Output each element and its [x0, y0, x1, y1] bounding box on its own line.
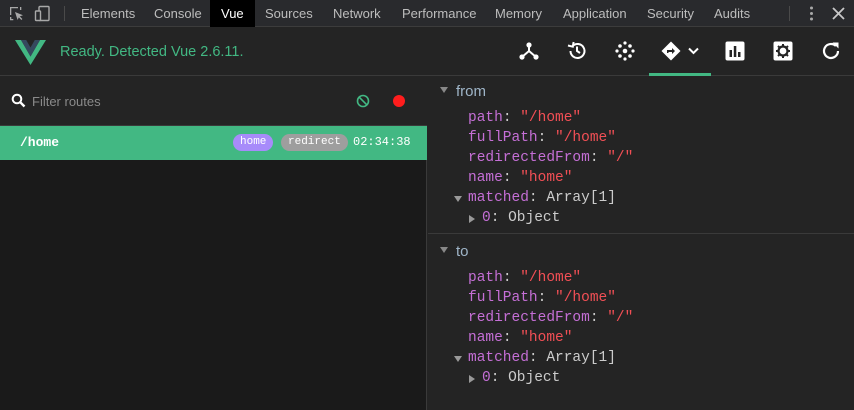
tab-network[interactable]: Network: [322, 0, 392, 27]
collapse-triangle-icon: [440, 247, 448, 254]
clear-icon[interactable]: [356, 94, 370, 108]
close-icon[interactable]: [830, 5, 847, 22]
settings-icon[interactable]: [772, 40, 794, 62]
from-title: from: [456, 83, 486, 100]
tab-memory[interactable]: Memory: [484, 0, 553, 27]
record-icon[interactable]: [393, 95, 405, 107]
to-section: to path: "/home" fullPath: "/home" redir…: [428, 236, 854, 410]
collapse-triangle-icon: [440, 87, 448, 94]
tab-application[interactable]: Application: [552, 0, 638, 27]
refresh-icon[interactable]: [820, 40, 842, 62]
performance-icon[interactable]: [724, 40, 746, 62]
from-matched-item-row[interactable]: 0: Object: [482, 210, 560, 228]
route-path: /home: [20, 135, 60, 150]
route-list-item[interactable]: /home home redirect 02:34:38: [0, 126, 427, 160]
to-title: to: [456, 243, 469, 260]
devtools-tabbar: Elements Console Vue Sources Network Per…: [0, 0, 854, 27]
filter-routes-input[interactable]: [32, 90, 332, 112]
from-matched-row[interactable]: matched: Array[1]: [468, 190, 616, 208]
tab-audits[interactable]: Audits: [703, 0, 761, 27]
routing-icon[interactable]: [660, 40, 682, 62]
expand-triangle-icon[interactable]: [454, 196, 462, 202]
tab-elements[interactable]: Elements: [70, 0, 146, 27]
from-name-value: "home": [520, 170, 573, 186]
route-timestamp: 02:34:38: [353, 135, 411, 149]
from-redirectedfrom-value: "/": [607, 150, 634, 166]
to-path-row: path: "/home": [468, 270, 582, 286]
redirect-badge: redirect: [281, 134, 348, 151]
to-name-row: name: "home": [468, 330, 573, 346]
from-fullpath-value: "/home": [555, 130, 616, 146]
to-fullpath-row: fullPath: "/home": [468, 290, 616, 306]
route-name-badge: home: [233, 134, 274, 151]
to-path-value: "/home": [520, 270, 582, 286]
from-matched-value: Array[1]: [546, 190, 616, 206]
vue-devtools-header: Ready. Detected Vue 2.6.11.: [0, 27, 854, 76]
toolbar-divider: [64, 6, 65, 21]
toolbar-divider: [789, 6, 790, 21]
to-matched-value: Array[1]: [546, 350, 616, 366]
vuex-icon[interactable]: [614, 40, 636, 62]
filter-bar: [0, 76, 427, 126]
routes-pane: /home home redirect 02:34:38: [0, 76, 427, 410]
history-icon[interactable]: [566, 40, 588, 62]
route-inspector: from path: "/home" fullPath: "/home" red…: [428, 76, 854, 410]
from-path-value: "/home": [520, 110, 582, 126]
to-redirectedfrom-value: "/": [607, 310, 634, 326]
from-name-row: name: "home": [468, 170, 573, 186]
from-redirectedfrom-row: redirectedFrom: "/": [468, 150, 634, 166]
search-icon: [11, 93, 26, 108]
from-section-header[interactable]: from: [440, 83, 486, 101]
inspect-element-icon[interactable]: [8, 5, 25, 22]
to-name-value: "home": [520, 330, 573, 346]
tab-performance[interactable]: Performance: [391, 0, 487, 27]
to-fullpath-value: "/home": [555, 290, 616, 306]
tab-security[interactable]: Security: [636, 0, 705, 27]
collapsed-triangle-icon[interactable]: [469, 215, 475, 223]
vue-status-text: Ready. Detected Vue 2.6.11.: [60, 44, 244, 60]
device-toolbar-icon[interactable]: [34, 5, 51, 22]
vue-logo-icon: [15, 40, 46, 65]
from-path-row: path: "/home": [468, 110, 582, 126]
chevron-down-icon[interactable]: [688, 47, 699, 55]
to-matched-row[interactable]: matched: Array[1]: [468, 350, 616, 368]
components-icon[interactable]: [518, 40, 540, 62]
expand-triangle-icon[interactable]: [454, 356, 462, 362]
to-redirectedfrom-row: redirectedFrom: "/": [468, 310, 634, 326]
tab-console[interactable]: Console: [143, 0, 213, 27]
to-matched-item-row[interactable]: 0: Object: [482, 370, 560, 388]
collapsed-triangle-icon[interactable]: [469, 375, 475, 383]
tab-sources[interactable]: Sources: [254, 0, 324, 27]
to-section-header[interactable]: to: [440, 243, 469, 261]
more-options-icon[interactable]: [803, 5, 820, 22]
from-fullpath-row: fullPath: "/home": [468, 130, 616, 146]
from-section: from path: "/home" fullPath: "/home" red…: [428, 76, 854, 234]
tab-vue[interactable]: Vue: [210, 0, 255, 27]
